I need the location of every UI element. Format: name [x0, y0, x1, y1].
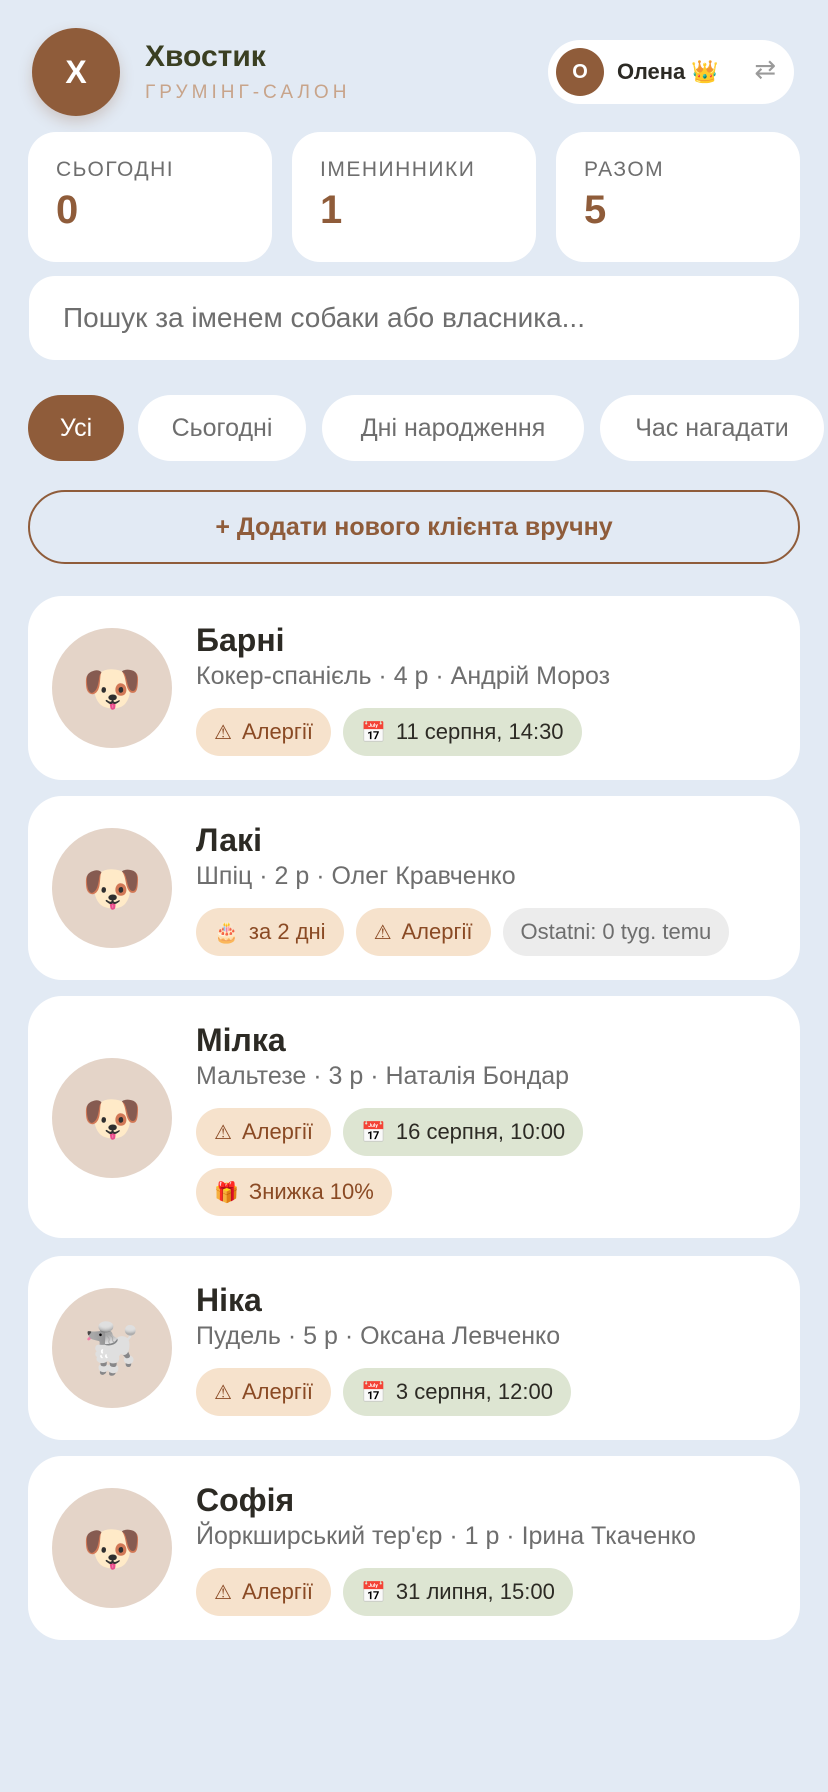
- stat-total: РАЗОМ 5: [556, 132, 800, 262]
- warning-icon: ⚠: [373, 921, 392, 944]
- allergy-badge: ⚠ Алергії: [196, 1108, 331, 1156]
- badge-text: Ostatni: 0 tyg. temu: [520, 919, 712, 944]
- calendar-icon: 📅: [360, 1381, 386, 1404]
- filter-today[interactable]: Сьогодні: [138, 395, 306, 461]
- last-visit-badge: Ostatni: 0 tyg. temu: [502, 908, 730, 956]
- client-card[interactable]: 🐩 Ніка Пудель · 5 р · Оксана Левченко ⚠ А…: [28, 1256, 800, 1440]
- badge-text: Алергії: [401, 919, 473, 944]
- tag-list: ⚠ Алергії 📅 31 липня, 15:00: [196, 1568, 780, 1616]
- cake-icon: 🎂: [214, 921, 239, 944]
- warning-icon: ⚠: [214, 1581, 232, 1604]
- stat-label: ІМЕНИННИКИ: [320, 158, 476, 181]
- tag-list: ⚠ Алергії 📅 3 серпня, 12:00: [196, 1368, 780, 1416]
- stat-value: 0: [56, 188, 79, 232]
- allergy-badge: ⚠ Алергії: [196, 1368, 331, 1416]
- pet-meta: Пудель · 5 р · Оксана Левченко: [196, 1322, 561, 1350]
- filter-birthdays[interactable]: Дні народження: [322, 395, 584, 461]
- stat-label: РАЗОМ: [584, 158, 665, 181]
- badge-text: за 2 дні: [248, 919, 326, 944]
- badge-text: Алергії: [241, 719, 313, 744]
- brand-logo: Х: [32, 28, 120, 116]
- pet-meta: Шпіц · 2 р · Олег Кравченко: [196, 862, 516, 890]
- pet-name: Лакі: [196, 822, 262, 858]
- badge-text: Алергії: [241, 1379, 313, 1404]
- dog-avatar-icon: 🐶: [52, 828, 172, 948]
- appointment-badge: 📅 31 липня, 15:00: [342, 1568, 573, 1616]
- calendar-icon: 📅: [360, 1581, 386, 1604]
- appointment-badge: 📅 16 серпня, 10:00: [342, 1108, 584, 1156]
- allergy-badge: ⚠ Алергії: [355, 908, 491, 956]
- allergy-badge: ⚠ Алергії: [196, 708, 331, 756]
- warning-icon: ⚠: [214, 1121, 232, 1144]
- gift-icon: 🎁: [214, 1181, 239, 1204]
- pet-meta: Мальтезе · 3 р · Наталія Бондар: [196, 1062, 570, 1090]
- warning-icon: ⚠: [214, 1381, 232, 1404]
- dog-avatar-icon: 🐶: [52, 1058, 172, 1178]
- appointment-badge: 📅 11 серпня, 14:30: [342, 708, 582, 756]
- pet-name: Барні: [196, 622, 285, 658]
- stat-label: СЬОГОДНІ: [56, 158, 175, 181]
- client-card[interactable]: 🐶 Софія Йоркширський тер'єр · 1 р · Ірин…: [28, 1456, 800, 1640]
- pet-name: Софія: [196, 1482, 295, 1518]
- pet-name: Ніка: [196, 1282, 262, 1318]
- badge-text: 3 серпня, 12:00: [395, 1379, 553, 1404]
- calendar-icon: 📅: [360, 1121, 386, 1144]
- stat-value: 1: [320, 188, 343, 232]
- add-client-button[interactable]: + Додати нового клієнта вручну: [28, 490, 800, 564]
- badge-text: 31 липня, 15:00: [395, 1579, 555, 1604]
- app-header: Х Хвостик ГРУМІНГ-САЛОН О Олена 👑 ⇄: [0, 0, 828, 130]
- client-card[interactable]: 🐶 Лакі Шпіц · 2 р · Олег Кравченко 🎂 за 2…: [28, 796, 800, 980]
- filter-reminder[interactable]: Час нагадати: [600, 395, 824, 461]
- warning-icon: ⚠: [214, 721, 232, 744]
- tag-list: ⚠ Алергії 📅 16 серпня, 10:00 🎁 Знижка 10%: [196, 1108, 780, 1216]
- dog-avatar-icon: 🐶: [52, 1488, 172, 1608]
- birthday-badge: 🎂 за 2 дні: [196, 908, 344, 956]
- search-input[interactable]: [29, 276, 799, 360]
- stat-value: 5: [584, 188, 607, 232]
- user-name: Олена 👑: [617, 59, 719, 84]
- tag-list: ⚠ Алергії 📅 11 серпня, 14:30: [196, 708, 780, 756]
- dog-avatar-icon: 🐶: [52, 628, 172, 748]
- discount-badge: 🎁 Знижка 10%: [196, 1168, 392, 1216]
- switch-account-icon[interactable]: ⇄: [754, 54, 776, 85]
- badge-text: Алергії: [241, 1579, 313, 1604]
- badge-text: 16 серпня, 10:00: [395, 1119, 566, 1144]
- client-card[interactable]: 🐶 Мілка Мальтезе · 3 р · Наталія Бондар …: [28, 996, 800, 1238]
- filter-all[interactable]: Усі: [28, 395, 124, 461]
- brand-subtitle: ГРУМІНГ-САЛОН: [145, 82, 351, 103]
- poodle-avatar-icon: 🐩: [52, 1288, 172, 1408]
- calendar-icon: 📅: [360, 721, 386, 744]
- allergy-badge: ⚠ Алергії: [196, 1568, 331, 1616]
- client-card[interactable]: 🐶 Барні Кокер-спанієль · 4 р · Андрій Мо…: [28, 596, 800, 780]
- badge-text: 11 серпня, 14:30: [395, 719, 564, 744]
- badge-text: Знижка 10%: [248, 1179, 374, 1204]
- pet-meta: Йоркширський тер'єр · 1 р · Ірина Ткачен…: [196, 1522, 696, 1550]
- brand-name: Хвостик: [145, 40, 266, 73]
- user-switcher[interactable]: О Олена 👑 ⇄: [548, 40, 794, 104]
- pet-name: Мілка: [196, 1022, 286, 1058]
- pet-meta: Кокер-спанієль · 4 р · Андрій Мороз: [196, 662, 611, 690]
- stat-today: СЬОГОДНІ 0: [28, 132, 272, 262]
- stat-birthdays: ІМЕНИННИКИ 1: [292, 132, 536, 262]
- user-avatar: О: [556, 48, 604, 96]
- tag-list: 🎂 за 2 дні ⚠ Алергії Ostatni: 0 tyg. temu: [196, 908, 780, 956]
- badge-text: Алергії: [241, 1119, 313, 1144]
- appointment-badge: 📅 3 серпня, 12:00: [342, 1368, 571, 1416]
